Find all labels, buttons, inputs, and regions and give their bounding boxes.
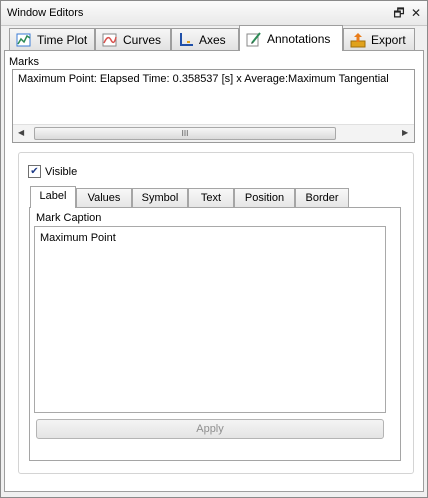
subtab-symbol[interactable]: Symbol	[132, 188, 188, 207]
visible-label: Visible	[45, 165, 78, 178]
tab-axes[interactable]: Axes	[171, 28, 239, 50]
subtab-border[interactable]: Border	[295, 188, 349, 207]
mark-caption-label: Mark Caption	[36, 212, 102, 224]
marks-label: Marks	[9, 56, 39, 68]
tab-label: Export	[371, 32, 406, 47]
subtab-text[interactable]: Text	[188, 188, 234, 207]
tab-export[interactable]: Export	[343, 28, 415, 50]
title-bar: Window Editors 🗗 ✕	[1, 1, 427, 26]
tab-label: Axes	[199, 32, 226, 47]
visible-checkbox[interactable]: ✔	[28, 165, 41, 178]
mark-caption-field[interactable]: Maximum Point	[34, 226, 386, 413]
close-window-icon[interactable]: ✕	[408, 5, 424, 21]
window-title: Window Editors	[7, 7, 84, 19]
marks-horizontal-scrollbar[interactable]: ◀ III ▶	[13, 124, 414, 142]
marks-list[interactable]: Maximum Point: Elapsed Time: 0.358537 [s…	[12, 69, 415, 143]
tab-curves[interactable]: Curves	[95, 28, 171, 50]
scroll-left-icon[interactable]: ◀	[18, 128, 24, 137]
time-plot-icon	[16, 32, 32, 48]
tab-time-plot[interactable]: Time Plot	[9, 28, 95, 50]
axes-icon	[178, 32, 194, 48]
tab-label: Time Plot	[37, 32, 88, 47]
subtab-position[interactable]: Position	[234, 188, 295, 207]
export-icon	[350, 32, 366, 48]
scrollbar-thumb[interactable]: III	[34, 127, 336, 140]
curves-icon	[102, 32, 118, 48]
mark-caption-value: Maximum Point	[40, 232, 116, 244]
tab-annotations[interactable]: Annotations	[239, 25, 343, 51]
subtab-label[interactable]: Label	[30, 186, 76, 208]
editor-tabs: Time Plot Curves Axes Annotations Export	[1, 25, 427, 51]
restore-window-icon[interactable]: 🗗	[391, 5, 407, 21]
scroll-right-icon[interactable]: ▶	[402, 128, 408, 137]
list-item[interactable]: Maximum Point: Elapsed Time: 0.358537 [s…	[18, 73, 410, 85]
annotations-icon	[246, 31, 262, 47]
subtab-values[interactable]: Values	[76, 188, 132, 207]
visible-checkbox-row[interactable]: ✔ Visible	[28, 165, 77, 178]
tab-label: Annotations	[267, 31, 331, 46]
tab-label: Curves	[123, 32, 162, 47]
apply-button[interactable]: Apply	[36, 419, 384, 439]
